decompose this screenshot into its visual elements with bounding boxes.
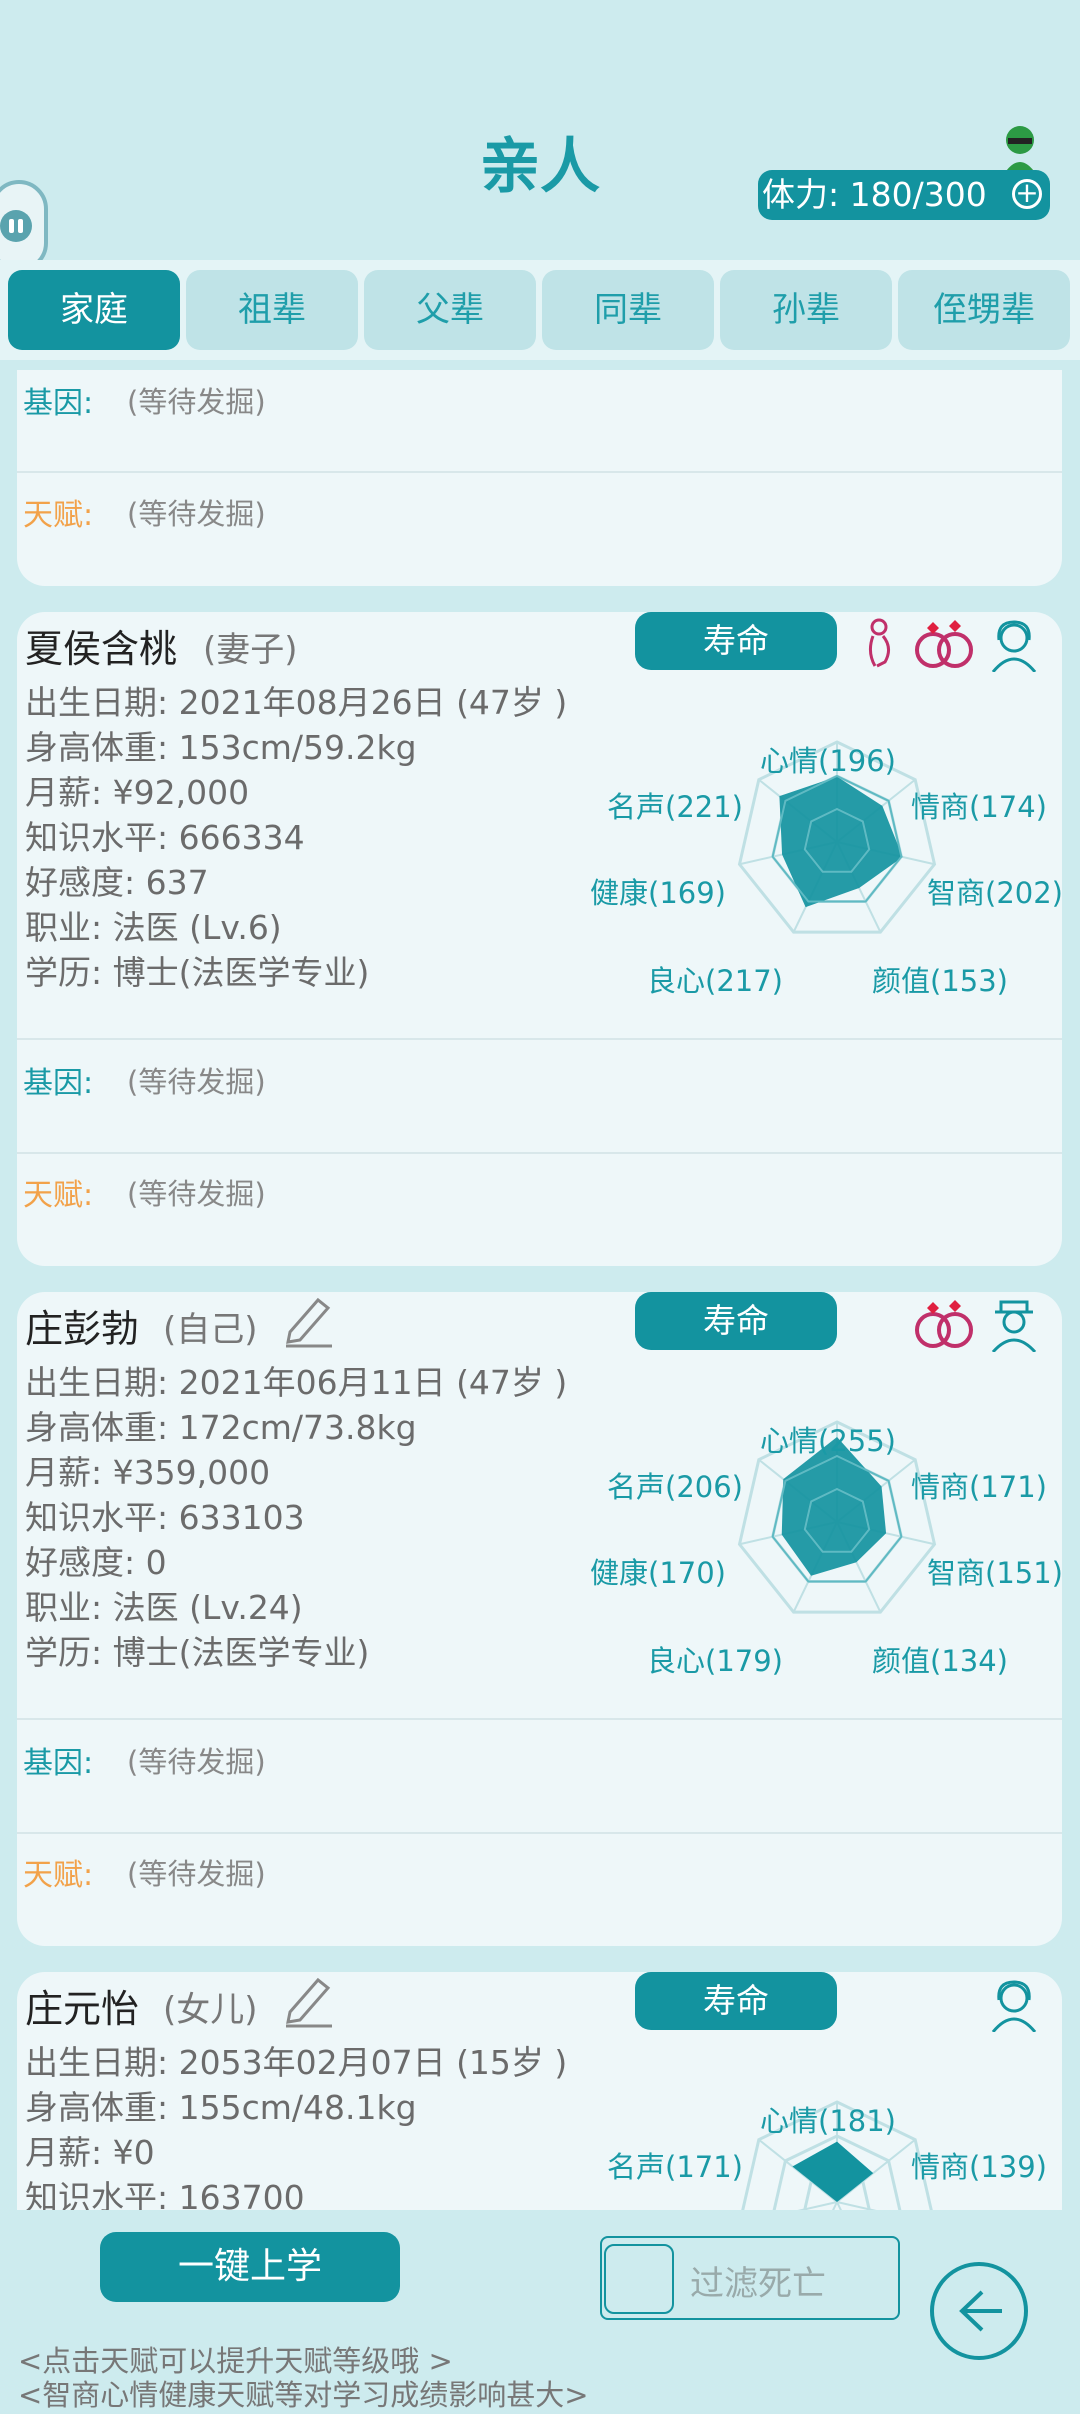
stat-line: 出生日期: 2021年06月11日 (47岁 )	[25, 1363, 568, 1402]
relative-card: 庄元怡 (女儿) 寿命 出生日期: 2053年02月07日 (15岁 ) 身高体…	[17, 1972, 1062, 2210]
stamina-text: 体力: 180/300	[762, 175, 987, 214]
person-relation: (自己)	[163, 1310, 258, 1350]
relative-card: 庄彭勃 (自己) 寿命 出生日期: 2021年06月11日 (47岁 ) 身高体…	[17, 1292, 1063, 1946]
talent-label: 天赋:	[23, 1858, 94, 1893]
person-relation: (妻子)	[203, 630, 298, 670]
talent-label: 天赋:	[23, 1178, 94, 1213]
tab-nephews[interactable]: 侄甥辈	[898, 270, 1070, 350]
talent-label: 天赋:	[23, 498, 94, 533]
stat-line: 出生日期: 2053年02月07日 (15岁 )	[25, 2043, 568, 2082]
stat-line: 知识水平: 666334	[25, 818, 305, 857]
tab-family[interactable]: 家庭	[8, 270, 180, 350]
gene-value[interactable]: (等待发掘)	[127, 379, 266, 421]
stat-line: 月薪: ¥0	[25, 2133, 155, 2172]
talent-value[interactable]: (等待发掘)	[127, 491, 266, 533]
gene-label: 基因:	[23, 1066, 94, 1101]
radar-axis	[836, 2201, 877, 2210]
stat-line: 好感度: 0	[25, 1543, 167, 1582]
tab-grandchildren[interactable]: 孙辈	[720, 270, 892, 350]
radar-label-conscience: 良心(179)	[647, 1644, 783, 1678]
radar-label-fame: 名声(221)	[607, 790, 743, 824]
tab-parents[interactable]: 父辈	[364, 270, 536, 350]
stat-line: 身高体重: 155cm/48.1kg	[25, 2088, 417, 2127]
female-avatar-icon	[991, 620, 1037, 672]
edit-name-icon[interactable]	[282, 1292, 334, 1348]
pause-button[interactable]	[0, 180, 48, 272]
radar-label-health: 健康(169)	[590, 876, 726, 910]
avatar-icon	[1004, 126, 1036, 174]
stat-line: 知识水平: 163700	[25, 2178, 305, 2210]
hint-text: <智商心情健康天赋等对学习成绩影响甚大>	[18, 2378, 589, 2412]
lifespan-button[interactable]: 寿命	[635, 1972, 837, 2030]
pregnant-icon	[868, 618, 890, 668]
stat-line: 身高体重: 172cm/73.8kg	[25, 1408, 417, 1447]
pause-icon	[0, 210, 32, 242]
stat-line: 学历: 博士(法医学专业)	[25, 1633, 370, 1672]
stat-line: 出生日期: 2021年08月26日 (47岁 )	[25, 683, 568, 722]
tab-peers[interactable]: 同辈	[542, 270, 714, 350]
stat-line: 知识水平: 633103	[25, 1498, 305, 1537]
male-avatar-icon	[991, 1300, 1037, 1352]
radar-label-eq: 情商(171)	[911, 1470, 1047, 1504]
radar-label-iq: 智商(202)	[927, 876, 1063, 910]
radar-label-mood: 心情(181)	[760, 2104, 896, 2138]
stat-line: 职业: 法医 (Lv.6)	[25, 908, 282, 947]
stat-line: 月薪: ¥92,000	[25, 773, 250, 812]
gene-value[interactable]: (等待发掘)	[127, 1059, 266, 1101]
radar-label-mood: 心情(255)	[760, 1424, 896, 1458]
stat-line: 月薪: ¥359,000	[25, 1453, 271, 1492]
person-name: 庄元怡	[25, 1987, 140, 2031]
gene-label: 基因:	[23, 1746, 94, 1781]
radar-label-health: 健康(170)	[590, 1556, 726, 1590]
tab-grandparents[interactable]: 祖辈	[186, 270, 358, 350]
tab-bar: 家庭 祖辈 父辈 同辈 孙辈 侄甥辈	[0, 260, 1080, 360]
radar-label-looks: 颜值(134)	[872, 1644, 1008, 1678]
talent-value[interactable]: (等待发掘)	[127, 1171, 266, 1213]
radar-label-iq: 智商(151)	[927, 1556, 1063, 1590]
relatives-list[interactable]: 基因: (等待发掘) 天赋: (等待发掘) 夏侯含桃 (妻子) 寿命 出生日期:…	[0, 370, 1080, 2210]
edit-name-icon[interactable]	[282, 1972, 334, 2028]
person-relation: (女儿)	[163, 1990, 258, 2030]
radar-label-eq: 情商(139)	[911, 2150, 1047, 2184]
stat-line: 好感度: 637	[25, 863, 209, 902]
person-name: 庄彭勃	[25, 1307, 140, 1351]
stat-line: 身高体重: 153cm/59.2kg	[25, 728, 417, 767]
female-avatar-icon	[991, 1980, 1037, 2032]
radar-label-fame: 名声(206)	[607, 1470, 743, 1504]
stamina-badge: 体力: 180/300 +	[758, 170, 1050, 220]
filter-dead-checkbox[interactable]	[604, 2244, 674, 2314]
relative-card: 夏侯含桃 (妻子) 寿命 出生日期: 2021年08月26日 (47岁 ) 身高…	[17, 612, 1063, 1266]
radar-axis	[797, 2201, 838, 2210]
filter-dead-label: 过滤死亡	[690, 2264, 826, 2304]
radar-label-looks: 颜值(153)	[872, 964, 1008, 998]
stat-line: 职业: 法医 (Lv.24)	[25, 1588, 303, 1627]
talent-value[interactable]: (等待发掘)	[127, 1851, 266, 1893]
gene-label: 基因:	[23, 386, 94, 421]
add-stamina-button[interactable]: +	[1012, 179, 1042, 209]
marriage-rings-icon	[915, 620, 973, 668]
lifespan-button[interactable]: 寿命	[635, 612, 837, 670]
person-name: 夏侯含桃	[25, 627, 178, 671]
one-click-school-button[interactable]: 一键上学	[100, 2232, 400, 2302]
radar-label-mood: 心情(196)	[760, 744, 896, 778]
radar-label-fame: 名声(171)	[607, 2150, 743, 2184]
lifespan-button[interactable]: 寿命	[635, 1292, 837, 1350]
radar-label-eq: 情商(174)	[911, 790, 1047, 824]
relative-card: 基因: (等待发掘) 天赋: (等待发掘)	[17, 370, 1062, 586]
marriage-rings-icon	[915, 1300, 973, 1348]
gene-value[interactable]: (等待发掘)	[127, 1739, 266, 1781]
radar-label-conscience: 良心(217)	[647, 964, 783, 998]
stat-line: 学历: 博士(法医学专业)	[25, 953, 370, 992]
back-arrow-icon[interactable]	[930, 2262, 1028, 2360]
